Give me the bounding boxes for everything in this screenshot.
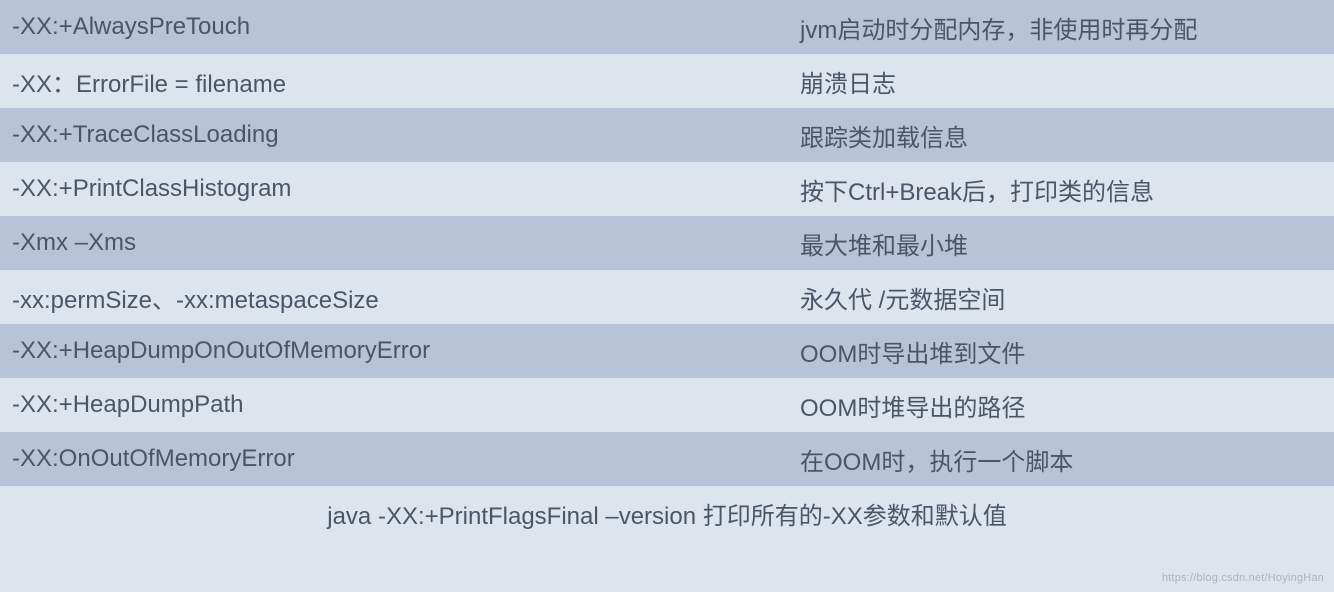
- desc-cell: jvm启动时分配内存，非使用时再分配: [800, 10, 1324, 45]
- jvm-options-table: -XX:+AlwaysPreTouch jvm启动时分配内存，非使用时再分配 -…: [0, 0, 1334, 540]
- watermark-text: https://blog.csdn.net/HoyingHan: [1162, 572, 1324, 584]
- table-row: -XX：ErrorFile = filename 崩溃日志: [0, 54, 1334, 108]
- desc-cell: OOM时导出堆到文件: [800, 334, 1324, 369]
- option-cell: -XX:+PrintClassHistogram: [10, 175, 800, 203]
- desc-cell: 崩溃日志: [800, 64, 1324, 99]
- table-row: -XX:+HeapDumpOnOutOfMemoryError OOM时导出堆到…: [0, 324, 1334, 378]
- table-row: -XX:OnOutOfMemoryError 在OOM时，执行一个脚本: [0, 432, 1334, 486]
- footer-text: java -XX:+PrintFlagsFinal –version 打印所有的…: [327, 496, 1007, 531]
- option-cell: -XX：ErrorFile = filename: [10, 64, 800, 99]
- desc-cell: 在OOM时，执行一个脚本: [800, 442, 1324, 477]
- option-cell: -XX:OnOutOfMemoryError: [10, 445, 800, 473]
- option-cell: -XX:+HeapDumpPath: [10, 391, 800, 419]
- table-row: -Xmx –Xms 最大堆和最小堆: [0, 216, 1334, 270]
- option-cell: -XX:+HeapDumpOnOutOfMemoryError: [10, 337, 800, 365]
- option-cell: -Xmx –Xms: [10, 229, 800, 257]
- desc-cell: 永久代 /元数据空间: [800, 280, 1324, 315]
- option-cell: -XX:+TraceClassLoading: [10, 121, 800, 149]
- table-row: -XX:+HeapDumpPath OOM时堆导出的路径: [0, 378, 1334, 432]
- table-row: -XX:+TraceClassLoading 跟踪类加载信息: [0, 108, 1334, 162]
- table-row: -XX:+PrintClassHistogram 按下Ctrl+Break后，打…: [0, 162, 1334, 216]
- table-row: -XX:+AlwaysPreTouch jvm启动时分配内存，非使用时再分配: [0, 0, 1334, 54]
- table-footer: java -XX:+PrintFlagsFinal –version 打印所有的…: [0, 486, 1334, 540]
- table-row: -xx:permSize、-xx:metaspaceSize 永久代 /元数据空…: [0, 270, 1334, 324]
- desc-cell: 跟踪类加载信息: [800, 118, 1324, 153]
- desc-cell: 按下Ctrl+Break后，打印类的信息: [800, 172, 1324, 207]
- desc-cell: OOM时堆导出的路径: [800, 388, 1324, 423]
- desc-cell: 最大堆和最小堆: [800, 226, 1324, 261]
- option-cell: -xx:permSize、-xx:metaspaceSize: [10, 280, 800, 315]
- option-cell: -XX:+AlwaysPreTouch: [10, 13, 800, 41]
